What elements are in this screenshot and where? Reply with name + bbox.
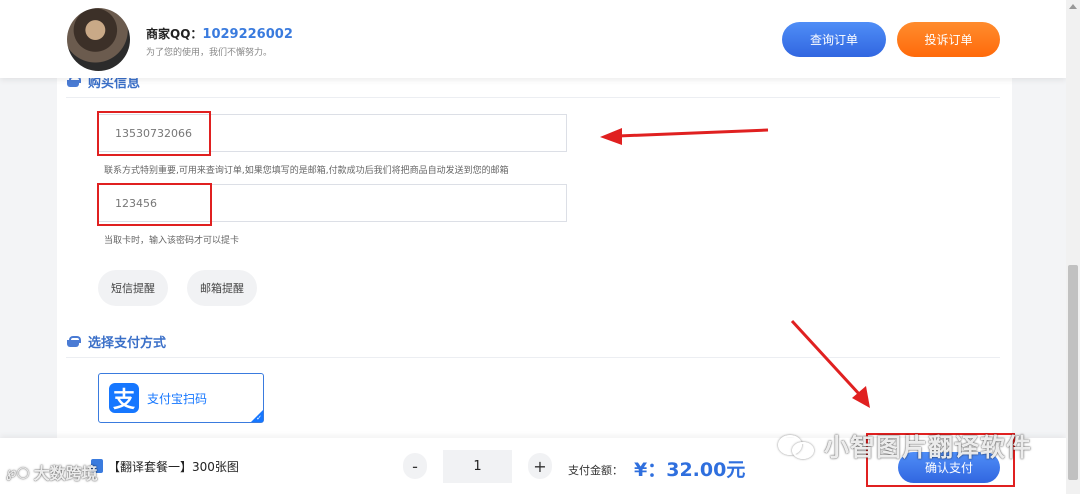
alipay-option[interactable]: 支 支付宝扫码 ✓ — [98, 373, 264, 423]
product-name: 【翻译套餐一】300张图 — [108, 460, 239, 474]
complain-order-button[interactable]: 投诉订单 — [897, 22, 1000, 57]
merchant-qq: 商家QQ：1029226002 — [146, 25, 293, 42]
payment-title: 选择支付方式 — [88, 336, 167, 351]
sms-reminder-button[interactable]: 短信提醒 — [98, 270, 168, 306]
alipay-icon: 支 — [109, 383, 139, 413]
basket-icon — [66, 335, 81, 348]
watermark-left-text: 大数跨境 — [33, 464, 98, 483]
quantity-plus-button[interactable]: + — [528, 453, 552, 479]
sms-reminder-label: 短信提醒 — [111, 282, 155, 295]
contact-hint: 联系方式特别重要,可用来查询订单,如果您填写的是邮箱,付款成功后我们将把商品自动… — [104, 166, 509, 176]
query-order-button[interactable]: 查询订单 — [782, 22, 886, 57]
payment-heading: 选择支付方式 — [66, 332, 166, 351]
password-hint: 当取卡时，输入该密码才可以提卡 — [104, 236, 240, 246]
email-reminder-label: 邮箱提醒 — [200, 282, 244, 295]
merchant-slogan: 为了您的使用，我们不懈努力。 — [146, 48, 273, 58]
merchant-qq-number: 1029226002 — [202, 27, 293, 42]
page-scrollbar[interactable] — [1066, 0, 1080, 494]
amount-label: 支付金额： — [568, 464, 623, 477]
merchant-header: 商家QQ：1029226002 为了您的使用，我们不懈努力。 查询订单 投诉订单 — [0, 0, 1066, 78]
scroll-thumb[interactable] — [1068, 265, 1078, 480]
annotation-box-password — [97, 183, 212, 226]
amount-value: ¥：32.00元 — [634, 459, 746, 481]
watermark-right: 小智图片翻译软件 — [778, 428, 1032, 464]
divider — [66, 357, 1000, 358]
watermark-logo-icon: ℘○ — [6, 463, 30, 481]
alipay-label: 支付宝扫码 — [147, 391, 208, 406]
avatar — [67, 8, 130, 71]
email-reminder-button[interactable]: 邮箱提醒 — [187, 270, 257, 306]
check-icon: ✓ — [256, 414, 262, 422]
quantity-input[interactable]: 1 — [443, 450, 512, 483]
watermark-right-text: 小智图片翻译软件 — [824, 433, 1033, 462]
watermark-left: ℘○ 大数跨境 — [6, 460, 98, 484]
scroll-up-icon[interactable] — [1069, 4, 1077, 9]
annotation-box-contact — [97, 111, 211, 156]
merchant-qq-label: 商家QQ： — [146, 27, 203, 41]
divider — [66, 97, 1000, 98]
quantity-minus-button[interactable]: - — [403, 453, 427, 479]
wechat-icon — [778, 433, 818, 459]
